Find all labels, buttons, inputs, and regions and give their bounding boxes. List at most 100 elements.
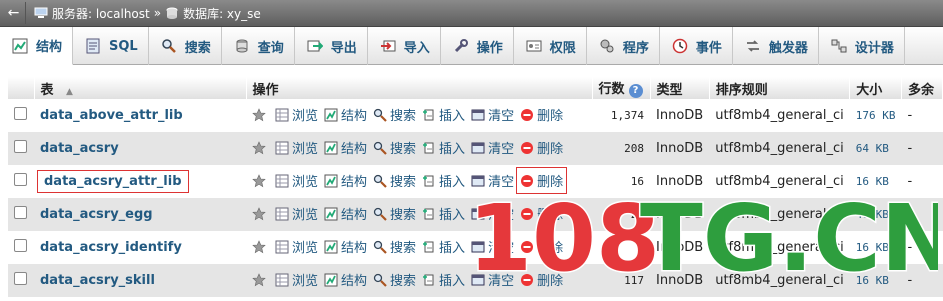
help-icon[interactable]: ? bbox=[628, 83, 643, 98]
insert-label: 插入 bbox=[439, 241, 466, 257]
search-action[interactable]: 搜索 bbox=[373, 237, 416, 256]
favorite-action[interactable] bbox=[252, 141, 269, 155]
insert-icon bbox=[422, 174, 436, 188]
insert-label: 插入 bbox=[439, 175, 466, 191]
tab-import[interactable]: 导入 bbox=[368, 27, 441, 65]
select-all-header bbox=[8, 77, 35, 99]
insert-icon bbox=[422, 207, 436, 221]
empty-action[interactable]: 清空 bbox=[471, 105, 514, 124]
row-count: 1,374 bbox=[592, 99, 650, 132]
row-checkbox[interactable] bbox=[14, 239, 27, 252]
favorite-action[interactable] bbox=[252, 207, 269, 221]
structure-action[interactable]: 结构 bbox=[324, 237, 367, 256]
browse-icon bbox=[275, 108, 289, 122]
favorite-action[interactable] bbox=[252, 273, 269, 287]
search-action[interactable]: 搜索 bbox=[373, 105, 416, 124]
row-checkbox-cell bbox=[8, 231, 34, 264]
row-checkbox[interactable] bbox=[14, 140, 27, 153]
tab-trigger[interactable]: 触发器 bbox=[733, 27, 819, 65]
table-size-link[interactable]: 64 KB bbox=[849, 132, 902, 165]
structure-label: 结构 bbox=[341, 274, 368, 290]
header-type[interactable]: 类型 bbox=[650, 77, 710, 99]
structure-action[interactable]: 结构 bbox=[324, 171, 367, 190]
tab-clock[interactable]: 事件 bbox=[660, 27, 733, 65]
row-checkbox[interactable] bbox=[14, 173, 27, 186]
breadcrumb-database-link[interactable]: 数据库: xy_se bbox=[183, 5, 261, 22]
insert-action[interactable]: 插入 bbox=[422, 270, 465, 289]
tab-label: 结构 bbox=[36, 40, 63, 55]
empty-action[interactable]: 清空 bbox=[471, 138, 514, 157]
engine-type: InnoDB bbox=[650, 132, 710, 165]
favorite-action[interactable] bbox=[252, 240, 269, 254]
search-action[interactable]: 搜索 bbox=[373, 204, 416, 223]
breadcrumb-separator: » bbox=[153, 6, 162, 20]
row-checkbox[interactable] bbox=[14, 107, 27, 120]
breadcrumb-server-link[interactable]: 服务器: localhost bbox=[52, 5, 150, 22]
drop-action[interactable]: 删除 bbox=[520, 105, 563, 124]
browse-action[interactable]: 浏览 bbox=[275, 204, 318, 223]
table-name-link[interactable]: data_acsry_identify bbox=[40, 240, 182, 255]
search-action[interactable]: 搜索 bbox=[373, 270, 416, 289]
row-checkbox-cell bbox=[8, 264, 34, 297]
insert-icon bbox=[422, 273, 436, 287]
search-action[interactable]: 搜索 bbox=[373, 171, 416, 190]
insert-action[interactable]: 插入 bbox=[422, 204, 465, 223]
favorite-action[interactable] bbox=[252, 108, 269, 122]
privileges-icon bbox=[526, 38, 542, 54]
tab-routines[interactable]: 程序 bbox=[587, 27, 660, 65]
browse-label: 浏览 bbox=[292, 274, 319, 290]
browse-label: 浏览 bbox=[292, 175, 319, 191]
wrench-icon bbox=[453, 38, 469, 54]
header-overhead[interactable]: 多余 bbox=[901, 77, 943, 99]
sql-icon bbox=[85, 38, 101, 54]
star-icon bbox=[252, 240, 266, 254]
table-name-link[interactable]: data_acsry bbox=[40, 141, 119, 156]
table-name-link[interactable]: data_acsry_egg bbox=[40, 207, 153, 222]
tab-export[interactable]: 导出 bbox=[295, 27, 368, 65]
tab-sql[interactable]: SQL bbox=[73, 27, 149, 65]
insert-action[interactable]: 插入 bbox=[422, 105, 465, 124]
header-name[interactable]: 表 ▲ bbox=[34, 77, 247, 99]
search-label: 搜索 bbox=[390, 208, 417, 224]
tab-label: 事件 bbox=[695, 40, 722, 56]
table-name-cell: data_acsry_egg bbox=[34, 198, 246, 231]
row-checkbox[interactable] bbox=[14, 272, 27, 285]
header-collation[interactable]: 排序规则 bbox=[709, 77, 851, 99]
header-rows[interactable]: 行数? bbox=[592, 77, 651, 99]
tab-designer[interactable]: 设计器 bbox=[819, 27, 905, 65]
browse-action[interactable]: 浏览 bbox=[275, 270, 318, 289]
structure-action[interactable]: 结构 bbox=[324, 204, 367, 223]
structure-action[interactable]: 结构 bbox=[324, 270, 367, 289]
header-type-label: 类型 bbox=[656, 82, 683, 98]
empty-label: 清空 bbox=[488, 142, 515, 158]
tab-query[interactable]: 查询 bbox=[222, 27, 295, 65]
table-name-link[interactable]: data_acsry_skill bbox=[40, 273, 155, 288]
tab-search[interactable]: 搜索 bbox=[149, 27, 222, 65]
drop-action[interactable]: 删除 bbox=[520, 138, 563, 157]
browse-action[interactable]: 浏览 bbox=[275, 138, 318, 157]
browse-action[interactable]: 浏览 bbox=[275, 171, 318, 190]
browse-label: 浏览 bbox=[292, 142, 319, 158]
table-name-cell: data_acsry_attr_lib bbox=[34, 165, 246, 198]
favorite-action[interactable] bbox=[252, 174, 269, 188]
structure-action[interactable]: 结构 bbox=[324, 138, 367, 157]
browse-icon bbox=[275, 273, 289, 287]
browse-action[interactable]: 浏览 bbox=[275, 237, 318, 256]
clock-icon bbox=[672, 38, 688, 54]
routines-icon bbox=[599, 38, 615, 54]
table-name-link[interactable]: data_acsry_attr_lib bbox=[37, 170, 189, 193]
insert-action[interactable]: 插入 bbox=[422, 237, 465, 256]
header-size[interactable]: 大小 bbox=[849, 77, 902, 99]
back-button[interactable]: ← bbox=[2, 2, 26, 24]
search-action[interactable]: 搜索 bbox=[373, 138, 416, 157]
insert-action[interactable]: 插入 bbox=[422, 171, 465, 190]
browse-action[interactable]: 浏览 bbox=[275, 105, 318, 124]
insert-action[interactable]: 插入 bbox=[422, 138, 465, 157]
structure-action[interactable]: 结构 bbox=[324, 105, 367, 124]
table-name-link[interactable]: data_above_attr_lib bbox=[40, 108, 183, 123]
tab-structure[interactable]: 结构 bbox=[0, 27, 74, 65]
tab-wrench[interactable]: 操作 bbox=[441, 27, 514, 65]
tab-privileges[interactable]: 权限 bbox=[514, 27, 587, 65]
row-checkbox[interactable] bbox=[14, 206, 27, 219]
table-size-link[interactable]: 176 KB bbox=[849, 99, 902, 132]
